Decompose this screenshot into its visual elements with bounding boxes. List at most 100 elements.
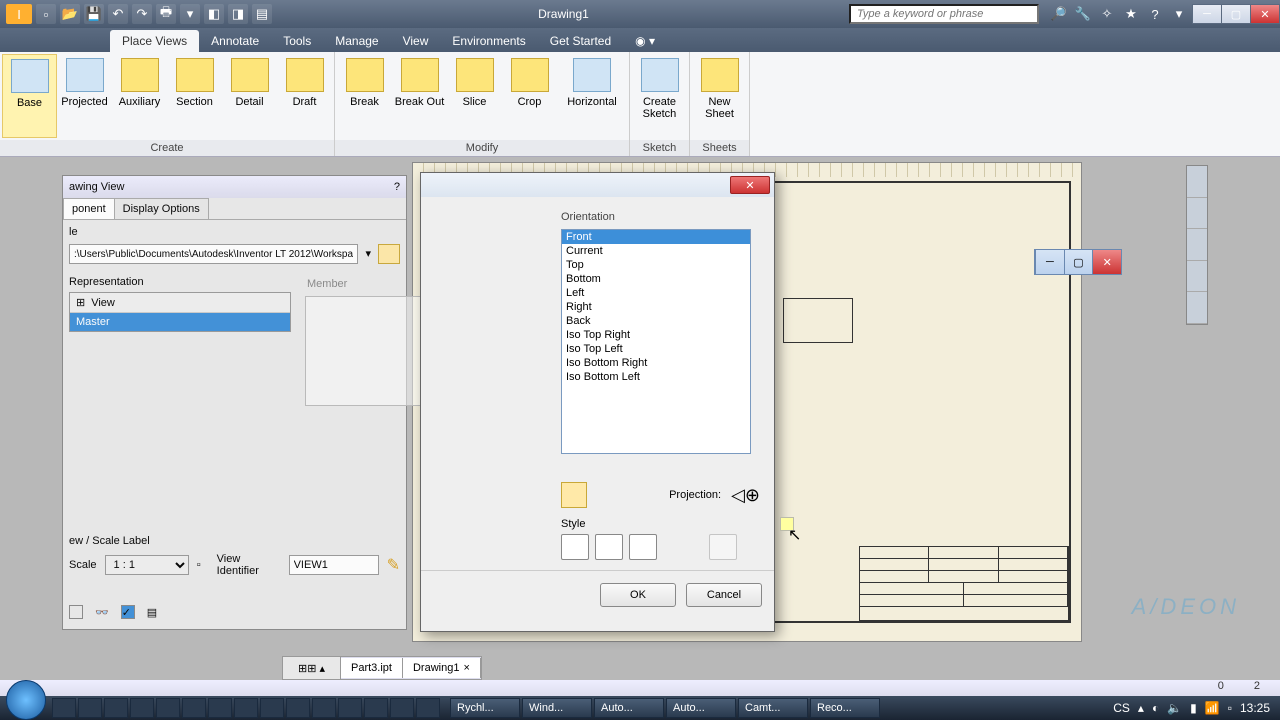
detail-button[interactable]: Detail bbox=[222, 54, 277, 138]
ok-button[interactable]: OK bbox=[600, 583, 676, 607]
checkbox[interactable]: ✓ bbox=[121, 605, 135, 619]
scale-icon[interactable]: ▫ bbox=[197, 559, 201, 571]
task-button[interactable]: Auto... bbox=[594, 698, 664, 718]
rep-item-master[interactable]: Master bbox=[70, 313, 290, 331]
checkbox[interactable] bbox=[69, 605, 83, 619]
task-button[interactable]: Auto... bbox=[666, 698, 736, 718]
child-minimize-button[interactable]: ─ bbox=[1035, 250, 1064, 274]
orientation-item-iso-tl[interactable]: Iso Top Left bbox=[562, 342, 750, 356]
orientation-item-iso-bl[interactable]: Iso Bottom Left bbox=[562, 370, 750, 384]
ql-icon[interactable] bbox=[286, 698, 310, 718]
dialog-close-button[interactable]: ✕ bbox=[730, 176, 770, 194]
tab-extra-icon[interactable]: ◉ ▾ bbox=[623, 30, 667, 52]
ql-icon[interactable] bbox=[52, 698, 76, 718]
help-search-input[interactable] bbox=[849, 4, 1039, 24]
minimize-button[interactable]: ─ bbox=[1192, 4, 1222, 24]
create-sketch-button[interactable]: Create Sketch bbox=[632, 54, 687, 138]
task-button[interactable]: Wind... bbox=[522, 698, 592, 718]
wrench-icon[interactable]: 🔧 bbox=[1073, 5, 1093, 23]
undo-icon[interactable]: ↶ bbox=[108, 4, 128, 24]
nav-pan-icon[interactable] bbox=[1187, 198, 1207, 230]
nav-zoom-icon[interactable] bbox=[1187, 229, 1207, 261]
tab-grip-icon[interactable]: ⊞⊞ ▴ bbox=[283, 657, 341, 679]
orientation-item-left[interactable]: Left bbox=[562, 286, 750, 300]
ql-icon[interactable] bbox=[156, 698, 180, 718]
orientation-item-back[interactable]: Back bbox=[562, 314, 750, 328]
tray-icon[interactable]: ▫ bbox=[1228, 701, 1232, 715]
save-icon[interactable]: 💾 bbox=[84, 4, 104, 24]
nav-home-icon[interactable] bbox=[1187, 166, 1207, 198]
style-raster-icon[interactable] bbox=[709, 534, 737, 560]
edit-label-icon[interactable]: ✎ bbox=[387, 555, 400, 575]
doc-tab-part3[interactable]: Part3.ipt bbox=[341, 658, 403, 678]
tab-environments[interactable]: Environments bbox=[440, 30, 537, 52]
projection-icon[interactable]: ◁⊕ bbox=[731, 485, 760, 506]
new-sheet-button[interactable]: New Sheet bbox=[692, 54, 747, 138]
base-button[interactable]: Base bbox=[2, 54, 57, 138]
ql-icon[interactable] bbox=[234, 698, 258, 718]
orientation-item-bottom[interactable]: Bottom bbox=[562, 272, 750, 286]
open-icon[interactable]: 📂 bbox=[60, 4, 80, 24]
dialog-titlebar[interactable]: ✕ bbox=[421, 173, 774, 197]
panel-header[interactable]: awing View ? bbox=[63, 176, 406, 198]
glasses-icon[interactable]: 👓 bbox=[95, 606, 109, 619]
binoculars-icon[interactable]: 🔎 bbox=[1049, 5, 1069, 23]
tray-icon[interactable]: 🔈 bbox=[1167, 701, 1182, 715]
child-restore-button[interactable]: ▢ bbox=[1064, 250, 1093, 274]
scale-select[interactable]: 1 : 1 bbox=[105, 555, 189, 575]
panel-help-icon[interactable]: ? bbox=[394, 181, 400, 193]
view-cube-button[interactable] bbox=[561, 482, 587, 508]
ql-icon[interactable] bbox=[416, 698, 440, 718]
auxiliary-button[interactable]: Auxiliary bbox=[112, 54, 167, 138]
clock[interactable]: 13:25 bbox=[1240, 701, 1270, 715]
tab-view[interactable]: View bbox=[391, 30, 441, 52]
orientation-item-top[interactable]: Top bbox=[562, 258, 750, 272]
orientation-item-iso-br[interactable]: Iso Bottom Right bbox=[562, 356, 750, 370]
close-button[interactable]: ✕ bbox=[1250, 4, 1280, 24]
section-button[interactable]: Section bbox=[167, 54, 222, 138]
orientation-item-iso-tr[interactable]: Iso Top Right bbox=[562, 328, 750, 342]
orientation-item-front[interactable]: Front bbox=[562, 230, 750, 244]
file-dropdown-icon[interactable]: ▾ bbox=[362, 244, 374, 264]
orientation-item-right[interactable]: Right bbox=[562, 300, 750, 314]
tray-arrow-icon[interactable]: ▴ bbox=[1138, 701, 1144, 715]
ql-icon[interactable] bbox=[130, 698, 154, 718]
ql-icon[interactable] bbox=[338, 698, 362, 718]
task-button[interactable]: Reco... bbox=[810, 698, 880, 718]
key-icon[interactable]: ✧ bbox=[1097, 5, 1117, 23]
doc-tab-drawing1[interactable]: Drawing1× bbox=[403, 658, 481, 678]
star-icon[interactable]: ★ bbox=[1121, 5, 1141, 23]
ql-icon[interactable] bbox=[364, 698, 388, 718]
orientation-list[interactable]: Front Current Top Bottom Left Right Back… bbox=[561, 229, 751, 454]
nav-look-icon[interactable] bbox=[1187, 292, 1207, 324]
start-button[interactable] bbox=[6, 680, 46, 720]
tray-network-icon[interactable]: 📶 bbox=[1205, 701, 1220, 715]
horizontal-button[interactable]: Horizontal bbox=[557, 54, 627, 138]
navigation-bar[interactable] bbox=[1186, 165, 1208, 325]
lang-indicator[interactable]: CS bbox=[1113, 701, 1130, 715]
style-hidden-icon[interactable] bbox=[561, 534, 589, 560]
task-button[interactable]: Camt... bbox=[738, 698, 808, 718]
app-menu-icon[interactable]: I bbox=[6, 4, 32, 24]
print-icon[interactable]: 🖶 bbox=[156, 4, 176, 24]
ql-icon[interactable] bbox=[208, 698, 232, 718]
qat-icon[interactable]: ▾ bbox=[180, 4, 200, 24]
ql-icon[interactable] bbox=[390, 698, 414, 718]
tab-component[interactable]: ponent bbox=[63, 198, 115, 219]
view-identifier-input[interactable] bbox=[289, 555, 379, 575]
dropdown-icon[interactable]: ▾ bbox=[1169, 5, 1189, 23]
ql-icon[interactable] bbox=[78, 698, 102, 718]
task-button[interactable]: Rychl... bbox=[450, 698, 520, 718]
crop-button[interactable]: Crop bbox=[502, 54, 557, 138]
tab-tools[interactable]: Tools bbox=[271, 30, 323, 52]
tray-icon[interactable]: ◐ bbox=[1152, 701, 1159, 715]
tab-annotate[interactable]: Annotate bbox=[199, 30, 271, 52]
tab-close-icon[interactable]: × bbox=[463, 662, 469, 674]
projected-button[interactable]: Projected bbox=[57, 54, 112, 138]
ql-icon[interactable] bbox=[182, 698, 206, 718]
draft-button[interactable]: Draft bbox=[277, 54, 332, 138]
qat-icon[interactable]: ◨ bbox=[228, 4, 248, 24]
maximize-button[interactable]: ▢ bbox=[1221, 4, 1251, 24]
tray-battery-icon[interactable]: ▮ bbox=[1190, 701, 1197, 715]
cancel-button[interactable]: Cancel bbox=[686, 583, 762, 607]
